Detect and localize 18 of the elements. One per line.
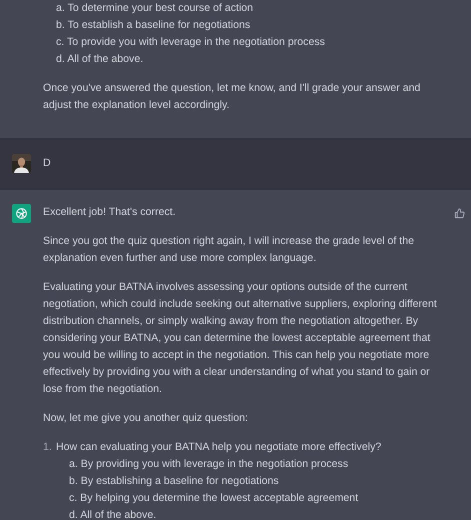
message-text: Now, let me give you another quiz question: <box>43 411 249 426</box>
answer-option: b. By establishing a baseline for negotiations <box>56 473 382 490</box>
answer-option: c. To provide you with leverage in the negotiation process <box>43 34 447 51</box>
answer-option: d. All of the above. <box>56 507 382 520</box>
message-text: Once you've answered the question, let me know, and I'll grade your answer and adjust the explanation level accordingly. <box>43 81 422 113</box>
message-text: Since you got the quiz question right again, I will increase the grade level of the explanation even further and use more complex language. <box>43 234 416 266</box>
answer-option: b. To establish a baseline for negotiations <box>43 17 447 34</box>
message-text: D <box>43 156 52 171</box>
thumbs-up-icon[interactable] <box>454 208 465 219</box>
message-text: Evaluating your BATNA involves assessing your options outside of the current negotiation, which could include seeking out alternative suppliers, exploring different distribution channels, or simply walking away from the negotiation altogether. By considering your BATNA, you can determine the lowest acceptable agreement that you would be willing to accept in the negotiation. This can help you negotiate more effectively by providing you with a clear understanding of what you stand to gain or lose from the negotiation. <box>43 280 438 397</box>
message-text: Excellent job! That's correct. <box>43 205 177 220</box>
assistant-logo-icon <box>15 207 28 220</box>
question-text: How can evaluating your BATNA help you negotiate more effectively? <box>56 440 382 455</box>
list-number: 1. <box>43 440 53 455</box>
answer-option: d. All of the above. <box>43 51 447 68</box>
answer-option: c. By helping you determine the lowest acceptable agreement <box>56 490 382 507</box>
answer-option: a. By providing you with leverage in the negotiation process <box>56 456 382 473</box>
answer-option: a. To determine your best course of action <box>43 0 447 17</box>
